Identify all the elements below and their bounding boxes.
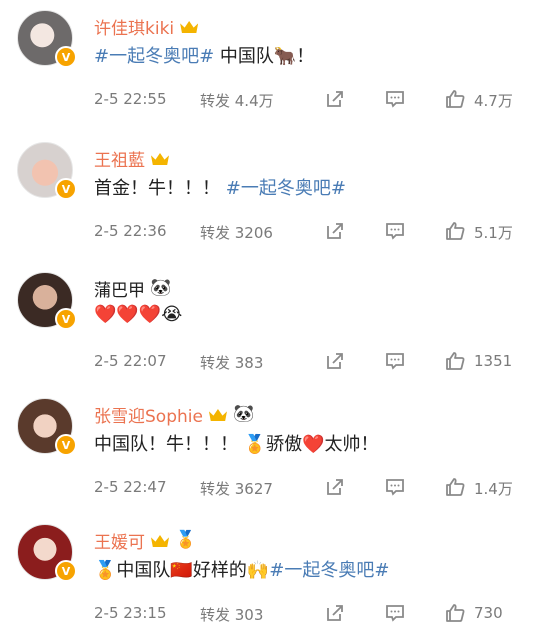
crown-icon <box>150 531 170 549</box>
repost-count[interactable]: 转发 4.4万 <box>200 90 274 111</box>
verified-badge-icon: V <box>55 560 77 582</box>
share-icon[interactable] <box>324 88 346 110</box>
comment-body: ❤️❤️❤️😭 <box>94 304 183 325</box>
comment-meta: 2-5 23:15 转发 303 730 <box>94 602 526 626</box>
repost-count[interactable]: 转发 383 <box>200 352 263 373</box>
username[interactable]: 蒲巴甲 <box>94 276 145 301</box>
name-row: 王祖藍 <box>94 146 170 171</box>
comment-item: V 蒲巴甲 🐼 ❤️❤️❤️😭 2-5 22:07 转发 383 1351 <box>0 262 540 388</box>
comment-text: 🏅中国队🇨🇳好样的🙌#一起冬奥吧# <box>94 556 389 582</box>
panda-icon: 🐼 <box>232 403 255 424</box>
avatar[interactable]: V <box>17 142 77 200</box>
share-icon[interactable] <box>324 350 346 372</box>
like-icon[interactable] <box>444 602 466 624</box>
avatar[interactable]: V <box>17 398 77 456</box>
name-row: 蒲巴甲 🐼 <box>94 276 172 301</box>
name-row: 许佳琪kiki <box>94 14 199 39</box>
crown-icon <box>208 405 228 423</box>
like-icon[interactable] <box>444 476 466 498</box>
comment-icon[interactable] <box>384 350 406 372</box>
like-count: 5.1万 <box>474 224 513 242</box>
timestamp: 2-5 23:15 <box>94 604 167 622</box>
name-row: 张雪迎Sophie 🐼 <box>94 402 255 427</box>
topic-link[interactable]: #一起冬奥吧# <box>269 560 389 581</box>
comment-feed: V 许佳琪kiki #一起冬奥吧# 中国队🐂！ 2-5 22:55 转发 4.4… <box>0 0 540 640</box>
like-count: 1.4万 <box>474 480 513 498</box>
avatar[interactable]: V <box>17 272 77 330</box>
repost-count[interactable]: 转发 3627 <box>200 478 273 499</box>
comment-item: V 王祖藍 首金！牛！！！ #一起冬奥吧# 2-5 22:36 转发 3206 … <box>0 132 540 258</box>
comment-text: #一起冬奥吧# 中国队🐂！ <box>94 42 314 68</box>
name-row: 王媛可 🏅 <box>94 528 197 553</box>
share-icon[interactable] <box>324 476 346 498</box>
comment-meta: 2-5 22:55 转发 4.4万 4.7万 <box>94 88 526 112</box>
comment-icon[interactable] <box>384 220 406 242</box>
comment-item: V 许佳琪kiki #一起冬奥吧# 中国队🐂！ 2-5 22:55 转发 4.4… <box>0 0 540 126</box>
comment-item: V 张雪迎Sophie 🐼 中国队！牛！！！ 🏅骄傲❤️太帅！ 2-5 22:4… <box>0 388 540 514</box>
comment-icon[interactable] <box>384 476 406 498</box>
avatar[interactable]: V <box>17 10 77 68</box>
comment-icon[interactable] <box>384 602 406 624</box>
crown-icon <box>150 149 170 167</box>
share-icon[interactable] <box>324 220 346 242</box>
topic-link[interactable]: #一起冬奥吧# <box>226 178 346 199</box>
share-icon[interactable] <box>324 602 346 624</box>
like-icon[interactable] <box>444 350 466 372</box>
verified-badge-icon: V <box>55 308 77 330</box>
comment-text: ❤️❤️❤️😭 <box>94 304 182 325</box>
comment-text: 中国队！牛！！！ 🏅骄傲❤️太帅！ <box>94 430 379 456</box>
timestamp: 2-5 22:47 <box>94 478 167 496</box>
medal-icon: 🏅 <box>175 529 197 550</box>
verified-badge-icon: V <box>55 46 77 68</box>
crown-icon <box>179 17 199 35</box>
comment-body: 中国队🐂！ <box>214 46 315 67</box>
like-icon[interactable] <box>444 88 466 110</box>
comment-body: 🏅中国队🇨🇳好样的🙌 <box>94 560 270 581</box>
comment-meta: 2-5 22:07 转发 383 1351 <box>94 350 526 374</box>
like-count: 730 <box>474 604 503 622</box>
comment-body: 中国队！牛！！！ 🏅骄傲❤️太帅！ <box>94 434 379 455</box>
repost-count[interactable]: 转发 303 <box>200 604 263 625</box>
timestamp: 2-5 22:07 <box>94 352 167 370</box>
topic-link[interactable]: #一起冬奥吧# <box>94 46 214 67</box>
panda-icon: 🐼 <box>150 277 172 298</box>
repost-count[interactable]: 转发 3206 <box>200 222 273 243</box>
verified-badge-icon: V <box>55 178 77 200</box>
username[interactable]: 许佳琪kiki <box>94 14 174 39</box>
comment-meta: 2-5 22:47 转发 3627 1.4万 <box>94 476 526 500</box>
comment-text: 首金！牛！！！ #一起冬奥吧# <box>94 174 346 200</box>
username[interactable]: 王媛可 <box>94 528 145 553</box>
verified-badge-icon: V <box>55 434 77 456</box>
comment-meta: 2-5 22:36 转发 3206 5.1万 <box>94 220 526 244</box>
like-count: 4.7万 <box>474 92 513 110</box>
like-icon[interactable] <box>444 220 466 242</box>
avatar[interactable]: V <box>17 524 77 582</box>
username[interactable]: 张雪迎Sophie <box>94 402 203 427</box>
comment-body: 首金！牛！！！ <box>94 178 220 199</box>
timestamp: 2-5 22:36 <box>94 222 167 240</box>
username[interactable]: 王祖藍 <box>94 146 145 171</box>
like-count: 1351 <box>474 352 513 370</box>
comment-icon[interactable] <box>384 88 406 110</box>
comment-item: V 王媛可 🏅 🏅中国队🇨🇳好样的🙌#一起冬奥吧# 2-5 23:15 转发 3… <box>0 514 540 640</box>
timestamp: 2-5 22:55 <box>94 90 167 108</box>
